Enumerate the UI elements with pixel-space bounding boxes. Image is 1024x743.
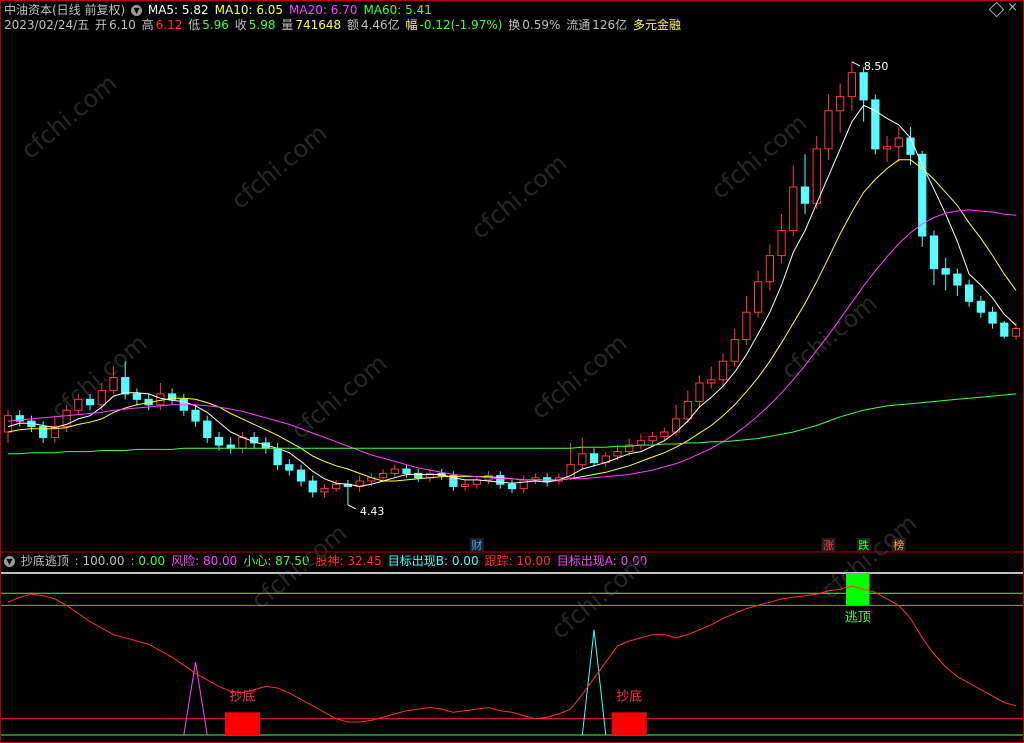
candle-down (988, 311, 997, 324)
candle-up (894, 137, 903, 148)
watermark-text: cfchi.com (466, 149, 573, 245)
chart-svg[interactable]: cfchi.com cfchi.com cfchi.com cfchi.com cfch… (0, 0, 1024, 743)
candle-up (777, 230, 786, 257)
candle-down (906, 137, 915, 155)
candle-down (507, 483, 517, 490)
candle-down (941, 268, 950, 275)
candle-down (589, 453, 599, 463)
candle-down (496, 475, 505, 485)
candle-up (882, 146, 892, 150)
candle-up (695, 382, 704, 403)
candle-down (964, 284, 974, 302)
candle-up (648, 435, 657, 442)
candle-up (390, 468, 399, 474)
candle-up (74, 398, 83, 411)
candle-down (402, 468, 411, 474)
candle-up (3, 415, 13, 433)
candle-down (85, 398, 95, 406)
low-marker (347, 504, 357, 510)
candle-down (273, 447, 282, 466)
event-tag: 跌 (858, 538, 869, 552)
signal-bar (224, 712, 260, 735)
candle-down (1000, 322, 1009, 337)
signal-bar (846, 573, 870, 606)
candle-down (859, 72, 868, 101)
candle-up (718, 360, 728, 381)
ma-line-ma20 (7, 209, 1017, 481)
candle-down (543, 477, 552, 482)
candle-down (121, 377, 130, 395)
candle-up (613, 451, 622, 457)
candle-up (812, 148, 821, 204)
candle-up (320, 488, 329, 493)
indicator-line (7, 585, 1017, 723)
candle-up (789, 186, 798, 232)
candle-up (765, 255, 774, 283)
watermark-text: cfchi.com (46, 329, 153, 425)
event-tag: 榜 (893, 538, 904, 552)
signal-label: 抄底 (616, 688, 642, 704)
candle-up (742, 311, 751, 340)
event-tag: 财 (471, 538, 482, 552)
watermark-text: cfchi.com (16, 69, 123, 165)
candle-up (683, 401, 692, 420)
candle-up (707, 379, 716, 384)
candle-up (460, 483, 470, 487)
candle-up (238, 436, 247, 449)
candle-down (871, 99, 880, 150)
low-price-label: 4.43 (360, 505, 385, 518)
candle-down (296, 469, 306, 482)
candle-up (660, 431, 669, 437)
candle-down (976, 300, 985, 313)
candle-up (636, 440, 646, 446)
high-price-label: 8.50 (864, 60, 889, 73)
candle-down (929, 235, 939, 270)
candle-down (39, 426, 48, 438)
watermark-text: cfchi.com (546, 549, 653, 645)
candle-up (519, 479, 528, 490)
watermark-text: cfchi.com (286, 349, 393, 445)
candle-up (730, 338, 739, 362)
candle-down (214, 436, 224, 446)
watermark-text: cfchi.com (246, 519, 353, 615)
candle-down (308, 480, 317, 493)
candle-up (378, 472, 388, 479)
candle-up (1011, 328, 1021, 337)
candle-up (332, 483, 341, 490)
candle-down (285, 464, 294, 471)
candle-down (800, 186, 810, 204)
candle-up (97, 390, 106, 406)
candle-up (824, 110, 833, 150)
candle-up (578, 453, 587, 466)
event-tag: 涨 (823, 539, 834, 552)
candle-down (191, 409, 200, 422)
candle-down (953, 273, 962, 286)
signal-bar (611, 712, 647, 735)
candle-up (836, 96, 845, 112)
candle-up (754, 281, 763, 313)
candle-up (156, 393, 165, 406)
candle-up (847, 72, 857, 98)
high-marker (851, 61, 861, 67)
watermark-text: cfchi.com (226, 119, 333, 215)
candle-down (132, 393, 142, 400)
signal-label: 逃顶 (845, 610, 871, 625)
candle-down (203, 420, 212, 438)
candle-up (109, 377, 118, 392)
watermark-text: cfchi.com (526, 329, 633, 425)
watermark-text: cfchi.com (776, 289, 883, 385)
